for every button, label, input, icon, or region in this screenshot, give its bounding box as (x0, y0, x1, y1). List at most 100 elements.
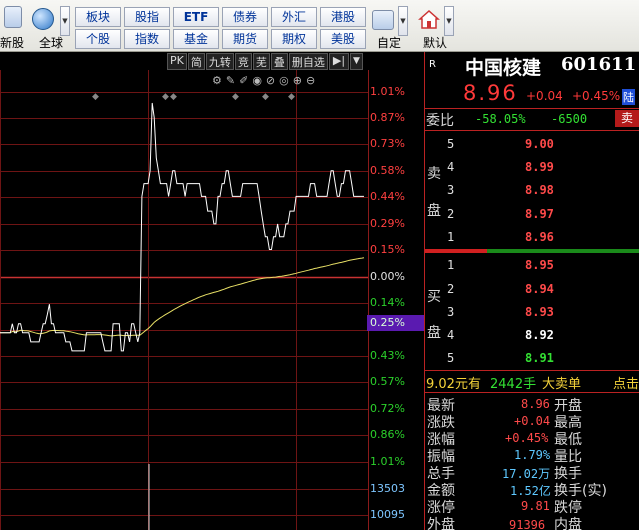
current-price: 8.96 (463, 81, 518, 105)
market-tag: R (429, 59, 436, 70)
pk-button[interactable]: PK (167, 53, 187, 70)
event-marker-icon[interactable]: ◆ (288, 92, 295, 102)
axis-label-upper: 0.87% (370, 111, 405, 124)
ask-price[interactable]: 8.99 (525, 160, 554, 174)
big-order-click[interactable]: 点击 (613, 373, 639, 392)
buy-side-label: 买 (427, 289, 441, 305)
ask-level: 1 (447, 230, 455, 244)
bid-price[interactable]: 8.91 (525, 351, 554, 365)
link-icon[interactable]: ⊘ (266, 74, 275, 88)
volume-axis-label: 10095 (370, 508, 405, 521)
axis-label-lower: 1.01% (370, 455, 405, 468)
zoom-in-icon[interactable]: ⊕ (293, 74, 302, 88)
weibi-pct: -58.05% (475, 112, 526, 126)
stat-value: +0.45% (505, 431, 549, 445)
average-price-line (0, 257, 365, 337)
auction-button[interactable]: 竞 (234, 53, 252, 70)
toolbar-btn-individual[interactable]: 个股 (75, 29, 121, 49)
global-dropdown[interactable]: ▼ (60, 6, 70, 36)
default-dropdown[interactable]: ▼ (444, 6, 454, 36)
event-marker-icon[interactable]: ◆ (232, 92, 239, 102)
sell-tag[interactable]: 卖 (615, 110, 639, 127)
toolbar-btn-hk[interactable]: 港股 (320, 7, 366, 27)
edit-icon (372, 10, 394, 30)
custom-label: 自定 (377, 36, 402, 50)
axis-label-lower: 0.43% (370, 349, 405, 362)
stat-label: 外盘 (427, 517, 455, 530)
buy-side-label: 盘 (427, 325, 441, 341)
global-button[interactable] (32, 8, 54, 30)
menu-dropdown-icon[interactable]: ▼ (350, 53, 363, 70)
new-stock-label: 新股 (0, 36, 25, 50)
zoom-out-icon[interactable]: ⊖ (306, 74, 315, 88)
settings-icon[interactable]: ⚙ (212, 74, 222, 88)
nine-turn-button[interactable]: 九转 (205, 53, 234, 70)
expand-icon[interactable]: ▶| (328, 53, 350, 70)
toolbar-btn-options[interactable]: 期权 (271, 29, 317, 49)
axis-label-upper: 0.29% (370, 217, 405, 230)
default-button[interactable] (418, 8, 440, 30)
axis-label-lower: 0.14% (370, 296, 405, 309)
event-marker-icon[interactable]: ◆ (170, 92, 177, 102)
pen-icon[interactable]: ✐ (239, 74, 248, 88)
chart-tool-icons: ⚙ ✎ ✐ ◉ ⊘ ◎ ⊕ ⊖ (212, 74, 315, 88)
ask-price[interactable]: 8.96 (525, 230, 554, 244)
wu-button[interactable]: 芜 (252, 53, 270, 70)
remove-watchlist-button[interactable]: 删自选 (288, 53, 328, 70)
axis-label-upper: 1.01% (370, 85, 405, 98)
quote-panel: R 中国核建 601611 8.96 +0.04 +0.45% 陆 委比 -58… (424, 52, 639, 530)
exchange-tag: 陆 (622, 89, 635, 105)
toolbar-btn-sectors[interactable]: 板块 (75, 7, 121, 27)
toolbar-btn-forex[interactable]: 外汇 (271, 7, 317, 27)
bid-price[interactable]: 8.93 (525, 305, 554, 319)
axis-label-lower: 0.86% (370, 428, 405, 441)
event-marker-icon[interactable]: ◆ (262, 92, 269, 102)
bid-price[interactable]: 8.94 (525, 282, 554, 296)
home-icon (418, 9, 440, 29)
bid-level: 4 (447, 328, 455, 342)
toolbar-btn-us[interactable]: 美股 (320, 29, 366, 49)
toolbar-btn-funds[interactable]: 基金 (173, 29, 219, 49)
divider (425, 130, 639, 131)
target-icon[interactable]: ◎ (279, 74, 289, 88)
big-order-type: 大卖单 (542, 377, 582, 392)
event-markers: ◆ ◆ ◆ ◆ ◆ ◆ (0, 92, 424, 102)
toolbar-btn-etf[interactable]: ETF (173, 7, 219, 27)
volume-axis-label: 13503 (370, 482, 405, 495)
ask-bid-ratio-bar (425, 249, 639, 253)
bid-level: 3 (447, 305, 455, 319)
eye-icon[interactable]: ◉ (252, 74, 262, 88)
simple-button[interactable]: 简 (187, 53, 205, 70)
big-order-volume: 2442手 (490, 377, 537, 392)
global-label: 全球 (39, 36, 64, 50)
intraday-chart-svg[interactable] (0, 52, 424, 530)
new-stock-button[interactable] (4, 6, 22, 28)
stat-value: +0.04 (514, 414, 551, 428)
custom-dropdown[interactable]: ▼ (398, 6, 408, 36)
ask-level: 5 (447, 137, 455, 151)
stock-code: 601611 (561, 54, 637, 75)
axis-label-upper: 0.73% (370, 137, 405, 150)
bid-price[interactable]: 8.92 (525, 328, 554, 342)
new-stock-icon (4, 6, 22, 28)
intraday-chart[interactable]: PK 简 九转 竞 芜 叠 删自选 ▶| ▼ ⚙ ✎ ✐ ◉ ⊘ ◎ ⊕ ⊖ ◆… (0, 52, 424, 530)
custom-button[interactable] (372, 10, 394, 30)
axis-label-upper: 0.15% (370, 243, 405, 256)
event-marker-icon[interactable]: ◆ (92, 92, 99, 102)
toolbar-btn-bonds[interactable]: 债券 (222, 7, 268, 27)
stat-value: 17.02万 (502, 467, 551, 481)
ask-price[interactable]: 8.98 (525, 183, 554, 197)
axis-label-zero: 0.00% (370, 270, 405, 283)
bid-level: 1 (447, 258, 455, 272)
chart-toolbar: PK 简 九转 竞 芜 叠 删自选 ▶| ▼ (167, 53, 363, 70)
bid-price[interactable]: 8.95 (525, 258, 554, 272)
toolbar-btn-futures[interactable]: 期货 (222, 29, 268, 49)
toolbar-btn-index[interactable]: 指数 (124, 29, 170, 49)
toolbar-btn-stock-index[interactable]: 股指 (124, 7, 170, 27)
ask-price[interactable]: 8.97 (525, 207, 554, 221)
ask-price[interactable]: 9.00 (525, 137, 554, 151)
event-marker-icon[interactable]: ◆ (162, 92, 169, 102)
overlay-button[interactable]: 叠 (270, 53, 288, 70)
divider (425, 392, 639, 393)
draw-icon[interactable]: ✎ (226, 74, 235, 88)
